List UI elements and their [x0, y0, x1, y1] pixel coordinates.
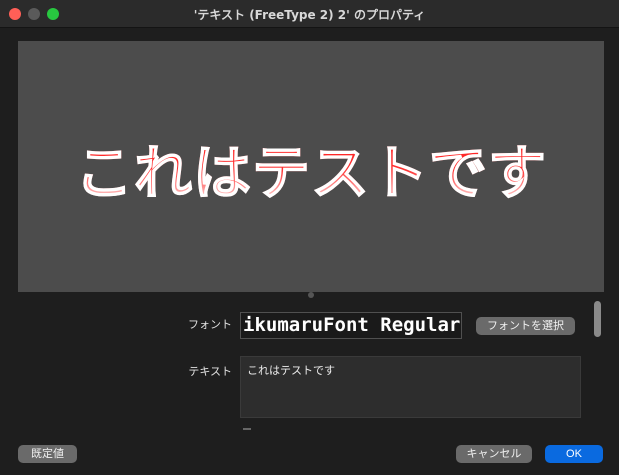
next-property-edge	[243, 428, 251, 430]
font-preview-field: ikumaruFont Regular	[240, 312, 462, 339]
font-label: フォント	[188, 318, 232, 331]
cancel-button[interactable]: キャンセル	[456, 445, 532, 463]
text-input[interactable]: これはテストです	[240, 356, 581, 418]
ok-button[interactable]: OK	[545, 445, 603, 463]
source-preview: これはテストです	[18, 41, 604, 292]
title-bar: 'テキスト (FreeType 2) 2' のプロパティ	[0, 0, 619, 28]
defaults-button[interactable]: 既定値	[18, 445, 77, 463]
scrollbar-thumb[interactable]	[594, 301, 601, 337]
window-title: 'テキスト (FreeType 2) 2' のプロパティ	[193, 8, 426, 22]
text-label: テキスト	[188, 365, 232, 378]
preview-text: これはテストです	[18, 133, 604, 213]
choose-font-button[interactable]: フォントを選択	[476, 317, 575, 335]
splitter-handle[interactable]	[308, 292, 314, 298]
